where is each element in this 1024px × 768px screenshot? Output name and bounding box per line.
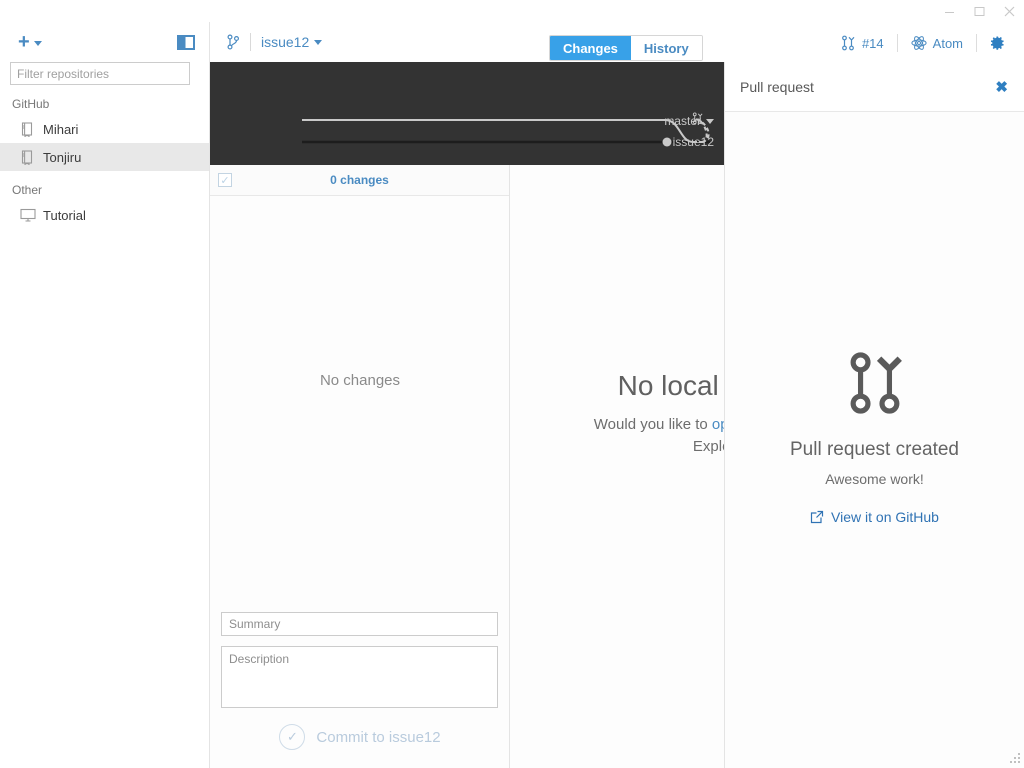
repo-icon <box>20 121 34 137</box>
external-link-icon <box>810 510 824 524</box>
view-tabs: Changes History <box>549 35 703 61</box>
branch-icon <box>226 34 240 50</box>
check-icon: ✓ <box>279 724 306 750</box>
sidebar-item-label: Tutorial <box>43 207 86 223</box>
atom-icon <box>911 36 927 50</box>
commit-graph: master issue12 <box>210 62 724 165</box>
chevron-down-icon <box>706 118 714 124</box>
toggle-sidebar-icon[interactable] <box>177 34 195 50</box>
minimize-icon[interactable] <box>934 0 964 22</box>
view-on-github-link[interactable]: View it on GitHub <box>725 509 1024 525</box>
commit-graph-svg <box>302 112 710 147</box>
sidebar-group-other: Other Tutorial <box>0 171 209 229</box>
settings-button[interactable] <box>977 35 1014 51</box>
chevron-down-icon <box>314 40 323 45</box>
sidebar-group-github: GitHub Mihari Tonjiru <box>0 85 209 171</box>
sidebar-item-tutorial[interactable]: Tutorial <box>0 201 209 229</box>
graph-branch-issue12[interactable]: issue12 <box>673 135 714 149</box>
graph-branch-label: master <box>664 114 701 128</box>
add-repository-button[interactable]: + <box>18 32 42 52</box>
repo-icon <box>20 149 34 165</box>
resize-grip[interactable] <box>1009 753 1021 765</box>
commit-button-label: Commit to issue12 <box>316 728 441 746</box>
plus-icon: + <box>18 31 30 53</box>
chevron-down-icon <box>33 41 42 46</box>
divider <box>250 32 251 51</box>
close-icon[interactable] <box>994 0 1024 22</box>
branch-selector[interactable]: issue12 <box>210 32 323 51</box>
pull-request-icon <box>842 35 855 51</box>
group-label-other: Other <box>12 183 43 197</box>
maximize-icon[interactable] <box>964 0 994 22</box>
commit-summary-input[interactable] <box>221 612 498 636</box>
filter-repositories-wrap <box>0 62 209 85</box>
changes-column: ✓ 0 changes No changes ✓ Commit to issue… <box>210 165 510 768</box>
sidebar-item-label: Tonjiru <box>43 149 82 165</box>
graph-branch-label: issue12 <box>672 135 714 149</box>
filter-repositories-input[interactable] <box>10 62 190 85</box>
subtitle-prefix: Would you like to <box>593 416 712 433</box>
pull-request-panel-body: Pull request created Awesome work! View … <box>725 112 1024 525</box>
top-toolbar: issue12 Changes History #14 Atom <box>210 22 1024 62</box>
branch-name-label[interactable]: issue12 <box>261 33 323 50</box>
commit-description-input[interactable] <box>221 646 498 708</box>
no-changes-label: No changes <box>319 371 401 389</box>
pull-request-panel: Pull request ✖ Pull request created Awes… <box>724 62 1024 768</box>
view-on-github-label: View it on GitHub <box>831 509 939 525</box>
sidebar-item-mihari[interactable]: Mihari <box>0 115 209 143</box>
top-right-actions: #14 Atom <box>827 34 1014 52</box>
pull-request-created-title: Pull request created <box>790 439 959 460</box>
pull-request-panel-title: Pull request <box>740 78 814 95</box>
group-label-github: GitHub <box>12 97 50 111</box>
sidebar: + GitHub Mihari <box>0 22 210 768</box>
pull-request-icon <box>844 350 906 421</box>
close-icon[interactable]: ✖ <box>995 78 1008 96</box>
sidebar-toolbar: + <box>0 22 209 62</box>
commit-button[interactable]: ✓ Commit to issue12 <box>221 724 499 750</box>
pull-request-subtitle: Awesome work! <box>825 471 924 487</box>
pull-request-indicator[interactable]: #14 <box>827 35 897 51</box>
window-controls <box>934 0 1024 22</box>
pull-request-panel-header: Pull request ✖ <box>725 62 1024 112</box>
sidebar-item-label: Mihari <box>43 121 79 137</box>
graph-branch-master[interactable]: master <box>664 114 714 128</box>
commit-form: ✓ Commit to issue12 <box>210 612 510 768</box>
open-in-editor-button[interactable]: Atom <box>898 35 976 51</box>
branch-name-text: issue12 <box>261 33 310 50</box>
pull-request-number: #14 <box>861 35 884 51</box>
sidebar-item-tonjiru[interactable]: Tonjiru <box>0 143 209 171</box>
monitor-icon <box>20 208 36 223</box>
gear-icon <box>990 36 1004 50</box>
tab-changes[interactable]: Changes <box>550 36 631 60</box>
editor-label: Atom <box>932 35 963 51</box>
tab-history[interactable]: History <box>630 36 702 60</box>
app-window: + GitHub Mihari <box>0 0 1024 768</box>
title-bar <box>0 0 1024 22</box>
